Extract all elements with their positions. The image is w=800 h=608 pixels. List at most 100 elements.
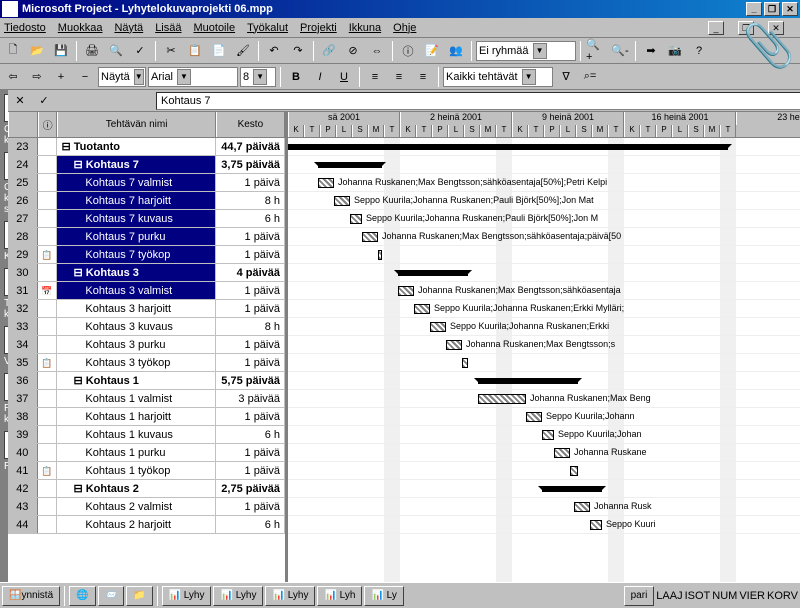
duration-cell[interactable]: 1 päivä	[216, 444, 285, 461]
assign-button[interactable]: 👥	[445, 40, 467, 62]
table-row[interactable]: 34Kohtaus 3 purku1 päivä	[8, 336, 285, 354]
task-name-cell[interactable]: Kohtaus 3 kuvaus	[57, 318, 215, 335]
task-name-cell[interactable]: Kohtaus 2 harjoitt	[57, 516, 215, 533]
task-name-cell[interactable]: Kohtaus 7 valmist	[57, 174, 215, 191]
menu-view[interactable]: Näytä	[114, 22, 143, 34]
gantt-row[interactable]: Johanna Ruskanen;Max Bengtsson;s	[288, 336, 800, 354]
duration-cell[interactable]: 8 h	[216, 192, 285, 209]
row-number[interactable]: 27	[8, 210, 38, 227]
gantt-row[interactable]: Seppo Kuuri	[288, 516, 800, 534]
taskbar-window[interactable]: 📊 Lyh	[317, 586, 362, 606]
taskbar-window[interactable]: 📊 Lyhy	[213, 586, 263, 606]
gantt-row[interactable]	[288, 354, 800, 372]
accept-entry-button[interactable]: ✓	[36, 93, 52, 109]
task-bar[interactable]	[414, 304, 430, 314]
gantt-row[interactable]: Johanna Ruskanen;Max Bengtsson;sähköasen…	[288, 174, 800, 192]
note-button[interactable]: 📝	[421, 40, 443, 62]
filter-for-button[interactable]: ⌕=	[579, 66, 601, 88]
outline-toggle-icon[interactable]: ⊟	[73, 483, 85, 495]
italic-button[interactable]: I	[309, 66, 331, 88]
task-name-cell[interactable]: ⊟ Tuotanto	[57, 138, 215, 155]
taskbar-app[interactable]: 🌐	[69, 586, 95, 606]
table-row[interactable]: 43Kohtaus 2 valmist1 päivä	[8, 498, 285, 516]
fontsize-combo[interactable]: 8▼	[240, 67, 276, 87]
task-bar[interactable]	[590, 520, 602, 530]
table-row[interactable]: 32Kohtaus 3 harjoitt1 päivä	[8, 300, 285, 318]
nav-back-button[interactable]: ⇦	[2, 66, 24, 88]
row-number[interactable]: 31	[8, 282, 38, 299]
zoom-out-button[interactable]: 🔍-	[609, 40, 631, 62]
task-bar[interactable]	[430, 322, 446, 332]
table-row[interactable]: 35📋Kohtaus 3 työkop1 päivä	[8, 354, 285, 372]
nav-fwd-button[interactable]: ⇨	[26, 66, 48, 88]
print-button[interactable]: 🖨	[81, 40, 103, 62]
mdi-minimize-button[interactable]: _	[708, 21, 724, 35]
row-number[interactable]: 33	[8, 318, 38, 335]
task-bar[interactable]	[462, 358, 468, 368]
row-number[interactable]: 30	[8, 264, 38, 281]
menu-window[interactable]: Ikkuna	[349, 22, 381, 34]
task-name-cell[interactable]: ⊟ Kohtaus 2	[57, 480, 215, 497]
gantt-row[interactable]: Johanna Ruskanen;Max Bengtsson;sähköasen…	[288, 228, 800, 246]
table-row[interactable]: 26Kohtaus 7 harjoitt8 h	[8, 192, 285, 210]
gantt-row[interactable]	[288, 264, 800, 282]
gantt-row[interactable]	[288, 372, 800, 390]
summary-bar[interactable]	[318, 162, 382, 168]
table-row[interactable]: 29📋Kohtaus 7 työkop1 päivä	[8, 246, 285, 264]
task-bar[interactable]	[378, 250, 382, 260]
task-bar[interactable]	[554, 448, 570, 458]
task-name-cell[interactable]: ⊟ Kohtaus 7	[57, 156, 215, 173]
table-row[interactable]: 23⊟ Tuotanto44,7 päivää	[8, 138, 285, 156]
mdi-close-button[interactable]: ✕	[768, 21, 784, 35]
task-name-cell[interactable]: ⊟ Kohtaus 3	[57, 264, 215, 281]
row-number[interactable]: 23	[8, 138, 38, 155]
gantt-row[interactable]: Seppo Kuurila;Johanna Ruskanen;Erkki	[288, 318, 800, 336]
taskbar-window[interactable]: 📊 Lyhy	[265, 586, 315, 606]
rownum-header[interactable]	[8, 112, 38, 137]
menu-file[interactable]: Tiedosto	[4, 22, 46, 34]
indicator-header[interactable]: ⓘ	[38, 112, 58, 137]
save-button[interactable]: 💾	[50, 40, 72, 62]
duration-cell[interactable]: 1 päivä	[216, 228, 285, 245]
table-row[interactable]: 24⊟ Kohtaus 73,75 päivää	[8, 156, 285, 174]
split-button[interactable]: ⇔	[366, 40, 388, 62]
show-combo[interactable]: Näytä▼	[98, 67, 146, 87]
paste-button[interactable]: 📄	[208, 40, 230, 62]
gantt-row[interactable]	[288, 480, 800, 498]
table-row[interactable]: 42⊟ Kohtaus 22,75 päivää	[8, 480, 285, 498]
row-number[interactable]: 24	[8, 156, 38, 173]
table-row[interactable]: 41📋Kohtaus 1 työkop1 päivä	[8, 462, 285, 480]
table-row[interactable]: 28Kohtaus 7 purku1 päivä	[8, 228, 285, 246]
outdent-button[interactable]: +	[50, 66, 72, 88]
task-bar[interactable]	[318, 178, 334, 188]
task-bar[interactable]	[446, 340, 462, 350]
row-number[interactable]: 35	[8, 354, 38, 371]
outline-toggle-icon[interactable]: ⊟	[61, 141, 73, 153]
zoom-in-button[interactable]: 🔍+	[585, 40, 607, 62]
row-number[interactable]: 26	[8, 192, 38, 209]
align-center-button[interactable]: ≡	[388, 66, 410, 88]
duration-cell[interactable]: 1 päivä	[216, 300, 285, 317]
row-number[interactable]: 38	[8, 408, 38, 425]
taskbar-doc[interactable]: pari	[624, 586, 655, 606]
filter-combo[interactable]: Kaikki tehtävät▼	[443, 67, 553, 87]
bold-button[interactable]: B	[285, 66, 307, 88]
summary-bar[interactable]	[542, 486, 602, 492]
gantt-row[interactable]: Johanna Ruskane	[288, 444, 800, 462]
preview-button[interactable]: 🔍	[105, 40, 127, 62]
autofilter-button[interactable]: ∇	[555, 66, 577, 88]
outline-toggle-icon[interactable]: ⊟	[73, 159, 85, 171]
goto-task-button[interactable]: ➡	[640, 40, 662, 62]
duration-cell[interactable]: 5,75 päivää	[216, 372, 285, 389]
summary-bar[interactable]	[288, 144, 728, 150]
outline-toggle-icon[interactable]: ⊟	[73, 375, 85, 387]
task-name-cell[interactable]: Kohtaus 1 kuvaus	[57, 426, 215, 443]
minimize-button[interactable]: _	[746, 2, 762, 16]
gantt-row[interactable]: Seppo Kuurila;Johanna Ruskanen;Erkki Myl…	[288, 300, 800, 318]
gantt-row[interactable]: Johanna Rusk	[288, 498, 800, 516]
row-number[interactable]: 41	[8, 462, 38, 479]
start-button[interactable]: 🪟 ynnistä	[2, 586, 60, 606]
taskbar-window[interactable]: 📊 Ly	[364, 586, 403, 606]
gantt-row[interactable]: Seppo Kuurila;Johan	[288, 426, 800, 444]
unlink-button[interactable]: ⊘	[342, 40, 364, 62]
